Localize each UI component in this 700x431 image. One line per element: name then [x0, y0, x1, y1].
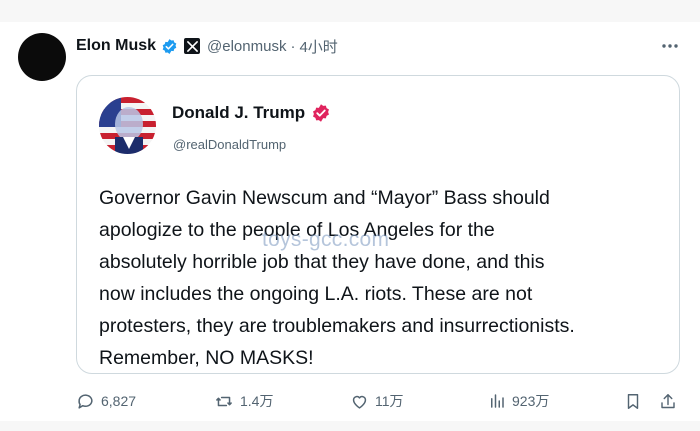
quote-text: Governor Gavin Newscum and “Mayor” Bass … [99, 182, 659, 374]
author-handle[interactable]: @elonmusk [207, 38, 286, 55]
quote-text-line: Governor Gavin Newscum and “Mayor” Bass … [99, 187, 550, 209]
post-time[interactable]: 4小时 [299, 36, 337, 57]
top-band [0, 0, 700, 22]
quote-text-line: protesters, they are troublemakers and i… [99, 315, 575, 337]
like-icon [350, 392, 369, 411]
quote-author-name[interactable]: Donald J. Trump [172, 103, 305, 123]
quote-text-line: Remember, NO MASKS! [99, 347, 314, 369]
reply-icon [76, 392, 95, 411]
repost-count: 1.4万 [240, 393, 274, 409]
reply-count: 6,827 [101, 393, 137, 409]
verified-icon [161, 38, 178, 55]
quoted-post-card[interactable]: Donald J. Trump @realDonaldTrump Governo… [76, 75, 680, 374]
avatar[interactable] [18, 33, 66, 81]
views-count: 923万 [512, 393, 550, 409]
views-button[interactable]: 923万 [488, 388, 549, 414]
repost-button[interactable]: 1.4万 [214, 388, 273, 414]
quote-name-row: Donald J. Trump [172, 103, 331, 123]
share-button[interactable] [659, 388, 677, 414]
more-icon[interactable] [660, 36, 680, 56]
author-name[interactable]: Elon Musk [76, 37, 156, 55]
x-logo-icon [184, 38, 201, 54]
bookmark-icon [624, 392, 642, 411]
separator-dot: · [290, 37, 296, 55]
watermark: toys-gcc.com [262, 228, 390, 251]
action-bar: 6,827 1.4万 11万 923万 [76, 388, 680, 414]
like-count: 11万 [375, 393, 404, 409]
quote-author-handle[interactable]: @realDonaldTrump [173, 137, 286, 152]
views-icon [488, 392, 506, 410]
like-button[interactable]: 11万 [350, 388, 404, 414]
reply-button[interactable]: 6,827 [76, 388, 136, 414]
post-header: Elon Musk @elonmusk · 4小时 [76, 35, 338, 57]
verified-icon [311, 103, 331, 123]
quote-text-line: now includes the ongoing L.A. riots. The… [99, 283, 533, 305]
bottom-band [0, 421, 700, 431]
repost-icon [214, 392, 234, 411]
quote-avatar[interactable] [99, 97, 156, 154]
share-icon [659, 392, 677, 411]
bookmark-button[interactable] [624, 388, 642, 414]
